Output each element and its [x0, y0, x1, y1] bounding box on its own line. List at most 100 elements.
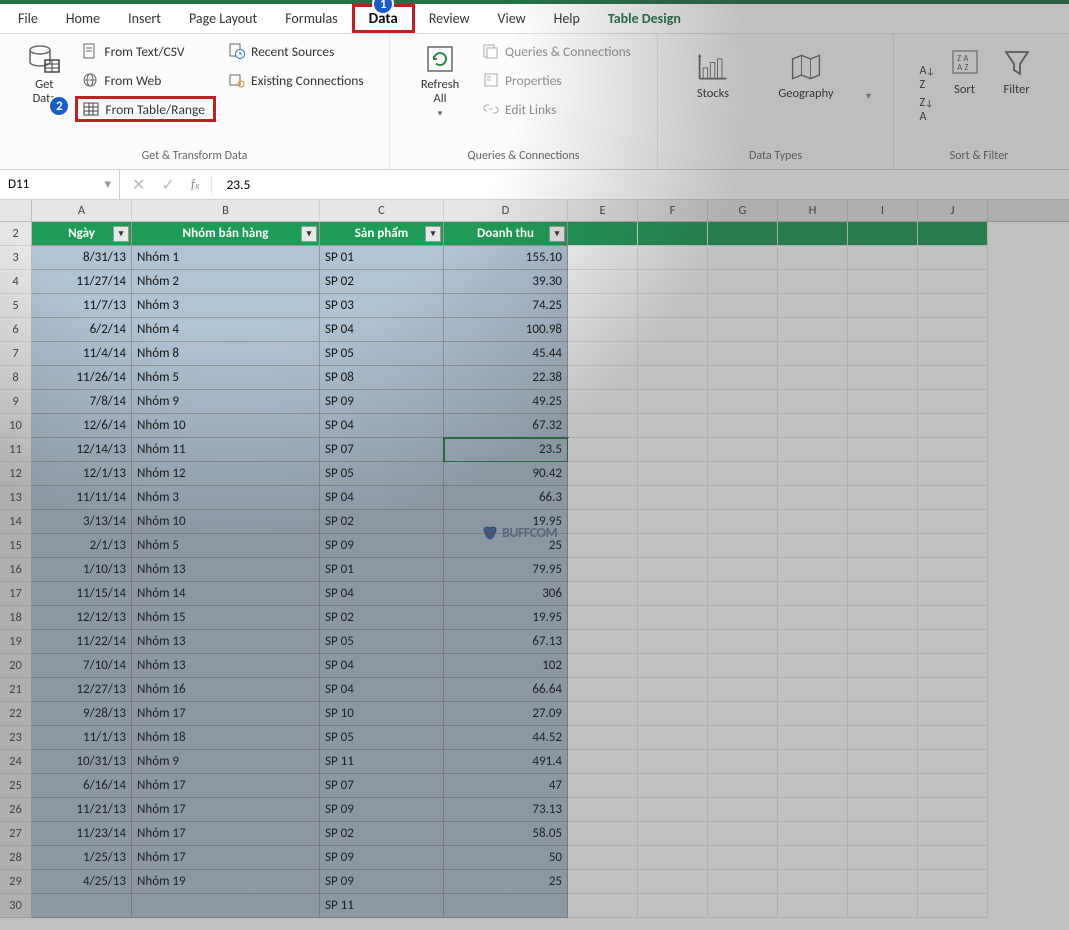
cell[interactable]: 2/1/13: [32, 534, 132, 558]
empty-cell[interactable]: [568, 678, 638, 702]
cell[interactable]: Nhóm 3: [132, 294, 320, 318]
empty-cell[interactable]: [708, 558, 778, 582]
empty-cell[interactable]: [638, 462, 708, 486]
row-head[interactable]: 7: [0, 342, 32, 366]
col-head-F[interactable]: F: [638, 200, 708, 221]
cell[interactable]: SP 02: [320, 606, 444, 630]
cell[interactable]: 155.10: [444, 246, 568, 270]
cell[interactable]: Nhóm 4: [132, 318, 320, 342]
empty-cell[interactable]: [708, 846, 778, 870]
empty-cell[interactable]: [638, 750, 708, 774]
cell[interactable]: Nhóm 18: [132, 726, 320, 750]
empty-cell[interactable]: [918, 222, 988, 246]
cell[interactable]: 74.25: [444, 294, 568, 318]
empty-cell[interactable]: [778, 702, 848, 726]
cell[interactable]: 11/15/14: [32, 582, 132, 606]
empty-cell[interactable]: [778, 438, 848, 462]
cell[interactable]: 8/31/13: [32, 246, 132, 270]
tab-view[interactable]: View: [484, 4, 540, 33]
geography-button[interactable]: Geography: [766, 46, 846, 145]
cell[interactable]: Nhóm 10: [132, 510, 320, 534]
empty-cell[interactable]: [708, 798, 778, 822]
cell[interactable]: SP 02: [320, 822, 444, 846]
enter-icon[interactable]: ✓: [161, 175, 174, 195]
empty-cell[interactable]: [708, 366, 778, 390]
empty-cell[interactable]: [708, 606, 778, 630]
empty-cell[interactable]: [848, 246, 918, 270]
empty-cell[interactable]: [778, 510, 848, 534]
cell[interactable]: Nhóm 17: [132, 798, 320, 822]
row-head[interactable]: 11: [0, 438, 32, 462]
empty-cell[interactable]: [568, 366, 638, 390]
cell[interactable]: Nhóm 8: [132, 342, 320, 366]
empty-cell[interactable]: [848, 750, 918, 774]
empty-cell[interactable]: [638, 846, 708, 870]
empty-cell[interactable]: [708, 870, 778, 894]
empty-cell[interactable]: [708, 582, 778, 606]
cell[interactable]: SP 09: [320, 870, 444, 894]
cell[interactable]: 11/23/14: [32, 822, 132, 846]
empty-cell[interactable]: [708, 726, 778, 750]
empty-cell[interactable]: [778, 390, 848, 414]
cell[interactable]: 23.5: [444, 438, 568, 462]
empty-cell[interactable]: [708, 294, 778, 318]
cell[interactable]: 1/10/13: [32, 558, 132, 582]
cell[interactable]: SP 08: [320, 366, 444, 390]
empty-cell[interactable]: [568, 582, 638, 606]
empty-cell[interactable]: [848, 582, 918, 606]
table-header-cell[interactable]: Doanh thu▾: [444, 222, 568, 246]
fx-icon[interactable]: fx: [191, 176, 200, 193]
empty-cell[interactable]: [638, 270, 708, 294]
empty-cell[interactable]: [638, 726, 708, 750]
empty-cell[interactable]: [778, 606, 848, 630]
empty-cell[interactable]: [778, 822, 848, 846]
cell[interactable]: 11/4/14: [32, 342, 132, 366]
empty-cell[interactable]: [778, 678, 848, 702]
empty-cell[interactable]: [638, 414, 708, 438]
empty-cell[interactable]: [708, 510, 778, 534]
empty-cell[interactable]: [918, 510, 988, 534]
empty-cell[interactable]: [918, 654, 988, 678]
empty-cell[interactable]: [638, 678, 708, 702]
cell[interactable]: SP 05: [320, 462, 444, 486]
tab-help[interactable]: Help: [540, 4, 594, 33]
col-head-E[interactable]: E: [568, 200, 638, 221]
cell[interactable]: 306: [444, 582, 568, 606]
empty-cell[interactable]: [568, 798, 638, 822]
data-types-expand[interactable]: ▾: [866, 46, 871, 145]
empty-cell[interactable]: [568, 510, 638, 534]
row-head[interactable]: 4: [0, 270, 32, 294]
empty-cell[interactable]: [778, 486, 848, 510]
empty-cell[interactable]: [918, 414, 988, 438]
cell[interactable]: 47: [444, 774, 568, 798]
properties-button[interactable]: Properties: [476, 67, 637, 93]
row-head[interactable]: 13: [0, 486, 32, 510]
empty-cell[interactable]: [638, 342, 708, 366]
cell[interactable]: SP 03: [320, 294, 444, 318]
cell[interactable]: Nhóm 19: [132, 870, 320, 894]
empty-cell[interactable]: [918, 726, 988, 750]
cell[interactable]: 67.13: [444, 630, 568, 654]
cell[interactable]: Nhóm 5: [132, 366, 320, 390]
empty-cell[interactable]: [918, 366, 988, 390]
cell[interactable]: 66.3: [444, 486, 568, 510]
empty-cell[interactable]: [778, 846, 848, 870]
cell[interactable]: 12/1/13: [32, 462, 132, 486]
empty-cell[interactable]: [918, 606, 988, 630]
row-head[interactable]: 12: [0, 462, 32, 486]
cell[interactable]: SP 09: [320, 798, 444, 822]
empty-cell[interactable]: [568, 294, 638, 318]
empty-cell[interactable]: [918, 678, 988, 702]
cell[interactable]: Nhóm 2: [132, 270, 320, 294]
cell[interactable]: SP 02: [320, 270, 444, 294]
col-head-B[interactable]: B: [132, 200, 320, 221]
empty-cell[interactable]: [848, 534, 918, 558]
empty-cell[interactable]: [568, 342, 638, 366]
empty-cell[interactable]: [638, 894, 708, 918]
cell[interactable]: 11/1/13: [32, 726, 132, 750]
empty-cell[interactable]: [848, 342, 918, 366]
row-head[interactable]: 22: [0, 702, 32, 726]
empty-cell[interactable]: [918, 846, 988, 870]
cell[interactable]: SP 09: [320, 534, 444, 558]
empty-cell[interactable]: [778, 870, 848, 894]
